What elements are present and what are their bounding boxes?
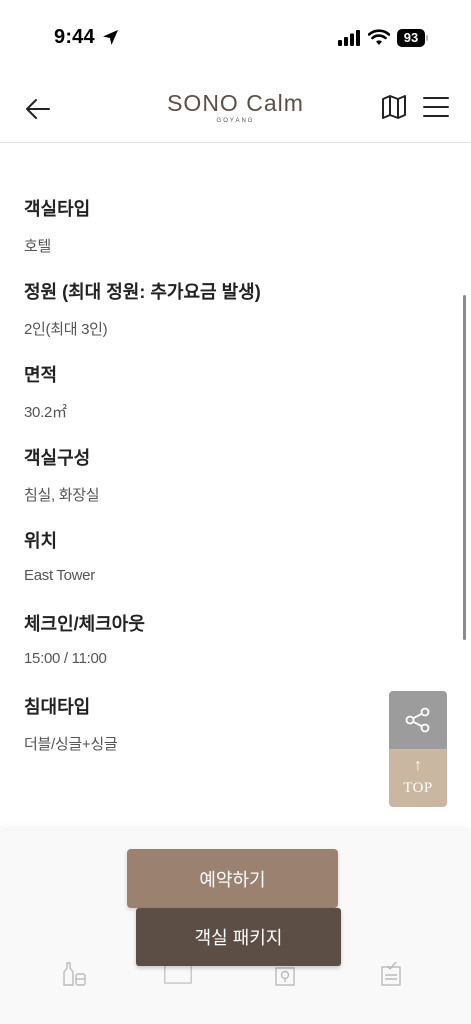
info-label: 체크인/체크아웃 [24, 614, 145, 634]
info-value: 2인(최대 3인) [24, 321, 108, 338]
battery-icon: 93 [397, 29, 429, 47]
menu-icon[interactable] [422, 94, 450, 122]
bottom-action-panel: 예약하기 객실 패키지 [0, 831, 471, 1024]
info-value: 더블/싱글+싱글 [24, 736, 118, 753]
info-area: 면적 30.2㎡ [24, 361, 67, 422]
info-bed-type: 침대타입 더블/싱글+싱글 [24, 693, 118, 754]
scroll-top-button[interactable]: ↑ TOP [389, 749, 447, 807]
info-value: East Tower [24, 567, 95, 584]
wifi-icon [368, 29, 390, 45]
info-label: 침대타입 [24, 697, 91, 717]
top-label: TOP [403, 780, 433, 796]
info-capacity: 정원 (최대 정원: 추가요금 발생) 2인(최대 3인) [24, 278, 261, 339]
bottle-icon[interactable] [62, 962, 90, 986]
room-package-button[interactable]: 객실 패키지 [136, 908, 341, 966]
info-room-type: 객실타입 호텔 [24, 195, 90, 256]
map-icon[interactable] [380, 93, 408, 121]
info-composition: 객실구성 침실, 화장실 [24, 444, 100, 505]
up-arrow-icon: ↑ [414, 757, 422, 774]
share-button[interactable] [389, 691, 447, 749]
status-time: 9:44 [54, 26, 95, 48]
info-label: 정원 (최대 정원: 추가요금 발생) [24, 282, 261, 302]
info-label: 면적 [24, 365, 58, 385]
share-icon [405, 707, 430, 733]
info-label: 객실타입 [24, 199, 91, 219]
info-label: 객실구성 [24, 448, 91, 468]
status-bar: 9:44 93 [0, 0, 471, 76]
info-value: 호텔 [24, 238, 52, 255]
scrollbar[interactable] [463, 295, 466, 640]
info-value: 30.2㎡ [24, 404, 67, 421]
app-header: SONO Calm GOYANG [0, 76, 471, 143]
info-value: 침실, 화장실 [24, 487, 100, 504]
reserve-button[interactable]: 예약하기 [127, 849, 338, 908]
info-value: 15:00 / 11:00 [24, 650, 107, 667]
info-location: 위치 East Tower [24, 527, 95, 584]
info-label: 위치 [24, 531, 58, 551]
location-arrow-icon [103, 30, 118, 45]
signal-icon [338, 30, 360, 46]
checklist-icon[interactable] [378, 962, 406, 986]
battery-level: 93 [397, 29, 425, 47]
info-checkin-checkout: 체크인/체크아웃 15:00 / 11:00 [24, 610, 145, 667]
